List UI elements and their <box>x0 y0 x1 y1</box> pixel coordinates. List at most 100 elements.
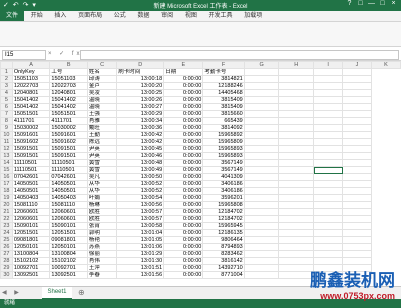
cell[interactable]: 0:00:00 <box>163 138 204 146</box>
cell[interactable]: 13:00:45 <box>116 145 165 153</box>
cell[interactable] <box>313 243 344 251</box>
cell[interactable]: 0:00:00 <box>163 264 204 272</box>
row-header[interactable]: 1 <box>0 68 13 76</box>
column-header[interactable]: F <box>202 61 245 69</box>
row-header[interactable]: 29 <box>0 264 13 272</box>
row-header[interactable]: 9 <box>0 124 13 132</box>
cell[interactable]: 0:00:00 <box>163 222 204 230</box>
cell[interactable]: 0:00:00 <box>163 103 204 111</box>
row-header[interactable]: 10 <box>0 131 13 139</box>
cell[interactable]: 12184702 <box>202 208 245 216</box>
row-header[interactable]: 3 <box>0 82 13 90</box>
cell[interactable] <box>313 138 344 146</box>
cell[interactable]: 11110501 <box>11 166 51 174</box>
cell[interactable]: 12022703 <box>49 82 88 90</box>
cell[interactable] <box>313 89 344 97</box>
cell[interactable]: 13100804 <box>11 250 51 258</box>
cell[interactable] <box>313 187 344 195</box>
row-header[interactable]: 20 <box>0 201 13 209</box>
cell[interactable]: 13:00:25 <box>116 89 165 97</box>
cell[interactable] <box>278 131 315 139</box>
cell[interactable] <box>243 222 280 230</box>
cell[interactable]: 13:00:20 <box>116 82 165 90</box>
cell[interactable]: 欧胜 <box>86 208 118 216</box>
cell[interactable]: 12051501 <box>49 229 88 237</box>
cell[interactable]: 13:01:51 <box>116 264 165 272</box>
cell[interactable]: 0:00:00 <box>163 229 204 237</box>
cell[interactable]: 3406186 <box>202 180 245 188</box>
cell[interactable]: 温晓 <box>86 96 118 104</box>
cell[interactable]: 14392710 <box>202 264 245 272</box>
cell[interactable]: 从华 <box>86 180 118 188</box>
cell[interactable]: 3816142 <box>202 257 245 265</box>
cell[interactable]: 考勤卡号 <box>202 68 245 76</box>
cell[interactable]: 15965893 <box>202 145 245 153</box>
cell[interactable]: 8283462 <box>202 250 245 258</box>
tab-addins[interactable]: 加载项 <box>239 11 267 21</box>
cell[interactable] <box>278 152 315 160</box>
cell[interactable] <box>243 145 280 153</box>
cell[interactable]: 12040801 <box>49 89 88 97</box>
cell[interactable] <box>243 89 280 97</box>
row-header[interactable]: 19 <box>0 194 13 202</box>
cell[interactable]: 15051501 <box>49 110 88 118</box>
cell[interactable] <box>342 145 372 153</box>
cell[interactable]: 0:00:00 <box>163 257 204 265</box>
cell[interactable] <box>278 89 315 97</box>
cell[interactable]: 王强 <box>86 110 118 118</box>
cell[interactable]: 13092501 <box>49 271 88 279</box>
row-header[interactable]: 2 <box>0 75 13 83</box>
cell[interactable]: 12040801 <box>11 89 51 97</box>
cell[interactable]: 叶娟 <box>86 194 118 202</box>
tab-data[interactable]: 数据 <box>132 11 154 21</box>
cell[interactable] <box>313 194 344 202</box>
tab-insert[interactable]: 插入 <box>49 11 71 21</box>
cell[interactable]: 15041402 <box>49 103 88 111</box>
cell[interactable]: 邱涛 <box>86 75 118 83</box>
cell[interactable]: 15041402 <box>11 96 51 104</box>
cell[interactable] <box>278 96 315 104</box>
cell[interactable]: 12186135 <box>202 229 245 237</box>
cell[interactable] <box>342 236 372 244</box>
cell[interactable] <box>313 208 344 216</box>
cell[interactable]: 13:00:42 <box>116 131 165 139</box>
cell[interactable]: 12050101 <box>11 243 51 251</box>
cell[interactable]: 李春 <box>86 271 118 279</box>
cell[interactable]: 14050403 <box>49 194 88 202</box>
cell[interactable] <box>313 96 344 104</box>
cell[interactable] <box>243 264 280 272</box>
cell[interactable]: 0:00:00 <box>163 75 204 83</box>
cell[interactable] <box>243 250 280 258</box>
cell[interactable]: 11110501 <box>11 159 51 167</box>
cell[interactable]: 0:00:00 <box>163 201 204 209</box>
column-header[interactable]: A <box>11 61 51 69</box>
cell[interactable] <box>278 145 315 153</box>
cell[interactable] <box>243 103 280 111</box>
row-header[interactable]: 22 <box>0 215 13 223</box>
cell[interactable] <box>342 215 372 223</box>
row-header[interactable]: 28 <box>0 257 13 265</box>
cell[interactable] <box>313 82 344 90</box>
cell[interactable]: 3567149 <box>202 159 245 167</box>
tab-page-layout[interactable]: 页面布局 <box>73 11 107 21</box>
cell[interactable] <box>278 257 315 265</box>
cell[interactable]: 15091602 <box>49 138 88 146</box>
cell[interactable]: 0:00:00 <box>163 124 204 132</box>
cell[interactable] <box>243 138 280 146</box>
row-header[interactable]: 5 <box>0 96 13 104</box>
cell[interactable] <box>342 152 372 160</box>
cell[interactable] <box>313 152 344 160</box>
cell[interactable]: 温晓 <box>86 103 118 111</box>
cell[interactable] <box>342 243 372 251</box>
cell[interactable]: 0:00:00 <box>163 166 204 174</box>
cell[interactable]: 杨艳 <box>86 236 118 244</box>
cell[interactable]: 0:00:00 <box>163 250 204 258</box>
cell[interactable]: 3815409 <box>202 103 245 111</box>
cell[interactable] <box>278 103 315 111</box>
cell[interactable]: 13:01:30 <box>116 257 165 265</box>
cell[interactable] <box>313 103 344 111</box>
row-header[interactable]: 14 <box>0 159 13 167</box>
column-header[interactable]: K <box>370 61 401 69</box>
cell[interactable] <box>243 194 280 202</box>
cell[interactable]: 肖雅 <box>86 117 118 125</box>
